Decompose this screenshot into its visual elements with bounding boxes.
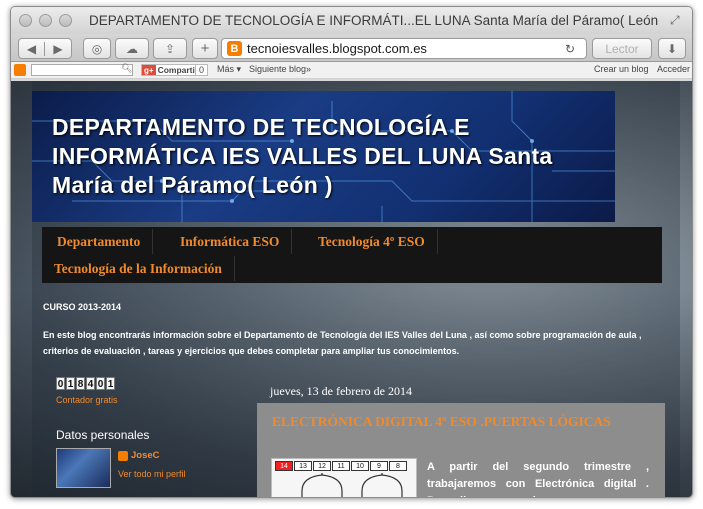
tab-tecnologia-informacion[interactable]: Tecnología de la Información: [42, 256, 235, 281]
tab-tecnologia-4-eso[interactable]: Tecnología 4º ESO: [306, 229, 438, 254]
post-text: A partir del segundo trimestre , trabaja…: [427, 461, 649, 497]
blogger-logo-icon[interactable]: [14, 64, 26, 76]
logic-gate-drawing: [301, 473, 403, 497]
author-link[interactable]: JoseC: [118, 450, 160, 461]
chip-pin: 11: [332, 461, 350, 471]
blog-title[interactable]: DEPARTAMENTO DE TECNOLOGÍA E INFORMÁTICA…: [52, 113, 612, 200]
post-date: jueves, 13 de febrero de 2014: [270, 384, 412, 398]
window-title: DEPARTAMENTO DE TECNOLOGÍA E INFORMÁTI..…: [89, 13, 662, 28]
counter-digit: 8: [76, 377, 85, 390]
address-bar[interactable]: B tecnoiesvalles.blogspot.com.es ↻: [221, 38, 587, 59]
fullscreen-icon[interactable]: ⤢: [670, 13, 684, 27]
chip-pins: 14 13 12 11 10 9 8: [272, 459, 416, 473]
window-controls: [19, 14, 72, 27]
minimize-window-button[interactable]: [39, 14, 52, 27]
title-bar: DEPARTAMENTO DE TECNOLOGÍA E INFORMÁTI..…: [11, 7, 692, 34]
chip-pin: 8: [389, 461, 407, 471]
blog-header[interactable]: DEPARTAMENTO DE TECNOLOGÍA E INFORMÁTICA…: [32, 91, 615, 222]
counter-digit: 0: [96, 377, 105, 390]
counter-digit: 1: [66, 377, 75, 390]
search-icon[interactable]: 🔍︎: [121, 63, 132, 74]
reader-button[interactable]: Lector: [592, 38, 652, 59]
login-link[interactable]: Acceder: [657, 64, 690, 74]
downloads-icon[interactable]: ⬇: [658, 38, 686, 59]
google-plus-icon: g+: [142, 65, 156, 75]
chip-pin: 9: [370, 461, 388, 471]
share-label: Comparti: [157, 65, 195, 75]
blog-content: DEPARTAMENTO DE TECNOLOGÍA E INFORMÁTICA…: [32, 81, 680, 497]
google-plus-share-button[interactable]: g+ Comparti: [141, 64, 198, 76]
personal-data-heading: Datos personales: [56, 428, 150, 442]
share-icon[interactable]: ⇪: [153, 38, 187, 59]
close-window-button[interactable]: [19, 14, 32, 27]
chip-pin: 10: [351, 461, 369, 471]
reload-icon[interactable]: ↻: [565, 42, 581, 56]
chip-pin: 12: [313, 461, 331, 471]
share-count: 0: [195, 64, 209, 76]
counter-digit: 4: [86, 377, 95, 390]
blogger-navbar: 🔍︎ g+ Comparti 0 Más ▾ Siguiente blog» C…: [11, 62, 692, 79]
icloud-tabs-icon[interactable]: ☁: [115, 38, 149, 59]
create-blog-link[interactable]: Crear un blog: [594, 64, 649, 74]
post-title[interactable]: ELECTRÓNICA DIGITAL 4º ESO .PUERTAS LÓGI…: [272, 414, 611, 430]
forward-icon[interactable]: ▶: [45, 42, 71, 56]
intro-text: En este blog encontrarás información sob…: [43, 330, 642, 356]
add-bookmark-icon[interactable]: +: [192, 38, 218, 59]
blog-post: ELECTRÓNICA DIGITAL 4º ESO .PUERTAS LÓGI…: [257, 403, 665, 497]
back-icon[interactable]: ◀: [19, 41, 45, 56]
chip-pin: 14: [275, 461, 293, 471]
history-nav: ◀ ▶: [18, 38, 72, 59]
tab-informatica-eso[interactable]: Informática ESO: [168, 229, 293, 254]
tab-departamento[interactable]: Departamento: [45, 229, 154, 254]
reading-list-icon[interactable]: ◎: [83, 38, 111, 59]
browser-window: DEPARTAMENTO DE TECNOLOGÍA E INFORMÁTI..…: [10, 6, 693, 498]
blog-page: DEPARTAMENTO DE TECNOLOGÍA E INFORMÁTICA…: [11, 81, 692, 497]
blog-search-input[interactable]: [31, 64, 133, 76]
more-label: Más: [217, 64, 235, 74]
counter-link[interactable]: Contador gratis: [56, 395, 118, 405]
view-profile-link[interactable]: Ver todo mi perfil: [118, 469, 186, 479]
zoom-window-button[interactable]: [59, 14, 72, 27]
blogger-profile-icon: [118, 450, 128, 461]
browser-toolbar: ◀ ▶ ◎ ☁ ⇪ + B tecnoiesvalles.blogspot.co…: [11, 34, 692, 62]
visit-counter: 0 1 8 4 0 1: [56, 377, 115, 390]
next-blog-link[interactable]: Siguiente blog»: [249, 64, 311, 74]
counter-digit: 1: [106, 377, 115, 390]
author-avatar[interactable]: [56, 448, 111, 488]
intro-heading: CURSO 2013-2014: [43, 302, 122, 312]
more-menu[interactable]: Más ▾: [217, 64, 241, 75]
author-name[interactable]: JoseC: [131, 450, 160, 461]
logic-gate-chip-image[interactable]: 14 13 12 11 10 9 8: [271, 458, 417, 497]
page-tabs: Departamento Informática ESO Tecnología …: [42, 227, 662, 283]
url-text[interactable]: tecnoiesvalles.blogspot.com.es: [247, 41, 565, 56]
chip-pin: 13: [294, 461, 312, 471]
blogger-favicon-icon: B: [227, 41, 242, 56]
counter-digit: 0: [56, 377, 65, 390]
